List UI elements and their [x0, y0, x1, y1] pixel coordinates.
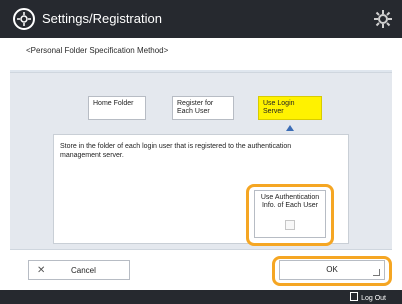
logout-icon — [350, 292, 359, 301]
footer-bar — [0, 290, 402, 304]
description-text: Store in the folder of each login user t… — [60, 143, 292, 159]
logout-label: Log Out — [361, 295, 386, 302]
settings-icon — [13, 8, 35, 30]
gear-icon[interactable] — [374, 10, 392, 28]
ok-label: OK — [326, 265, 338, 274]
home-folder-label: Home Folder — [93, 100, 134, 107]
login-line1: Use Login — [263, 100, 295, 107]
auth-line1: Use Authentication — [260, 194, 320, 201]
use-login-server-button[interactable]: Use Login Server — [258, 96, 322, 120]
cancel-button[interactable]: ✕ Cancel — [28, 260, 130, 280]
login-line2: Server — [263, 108, 284, 115]
home-folder-button[interactable]: Home Folder — [88, 96, 146, 120]
selection-indicator-icon — [286, 125, 294, 131]
auth-line2: Info. of Each User — [261, 202, 319, 209]
ok-button[interactable]: OK — [279, 260, 385, 280]
logout-button[interactable]: Log Out — [350, 292, 386, 302]
register-line2: Each User — [177, 108, 210, 115]
corner-icon — [373, 269, 380, 276]
auth-checkbox[interactable] — [285, 220, 295, 230]
register-each-user-button[interactable]: Register for Each User — [172, 96, 234, 120]
close-icon: ✕ — [37, 265, 46, 276]
subtitle: <Personal Folder Specification Method> — [26, 46, 169, 55]
register-line1: Register for — [177, 100, 214, 107]
cancel-label: Cancel — [71, 266, 96, 275]
page-title: Settings/Registration — [42, 11, 162, 26]
use-auth-info-button[interactable]: Use Authentication Info. of Each User — [254, 190, 326, 238]
